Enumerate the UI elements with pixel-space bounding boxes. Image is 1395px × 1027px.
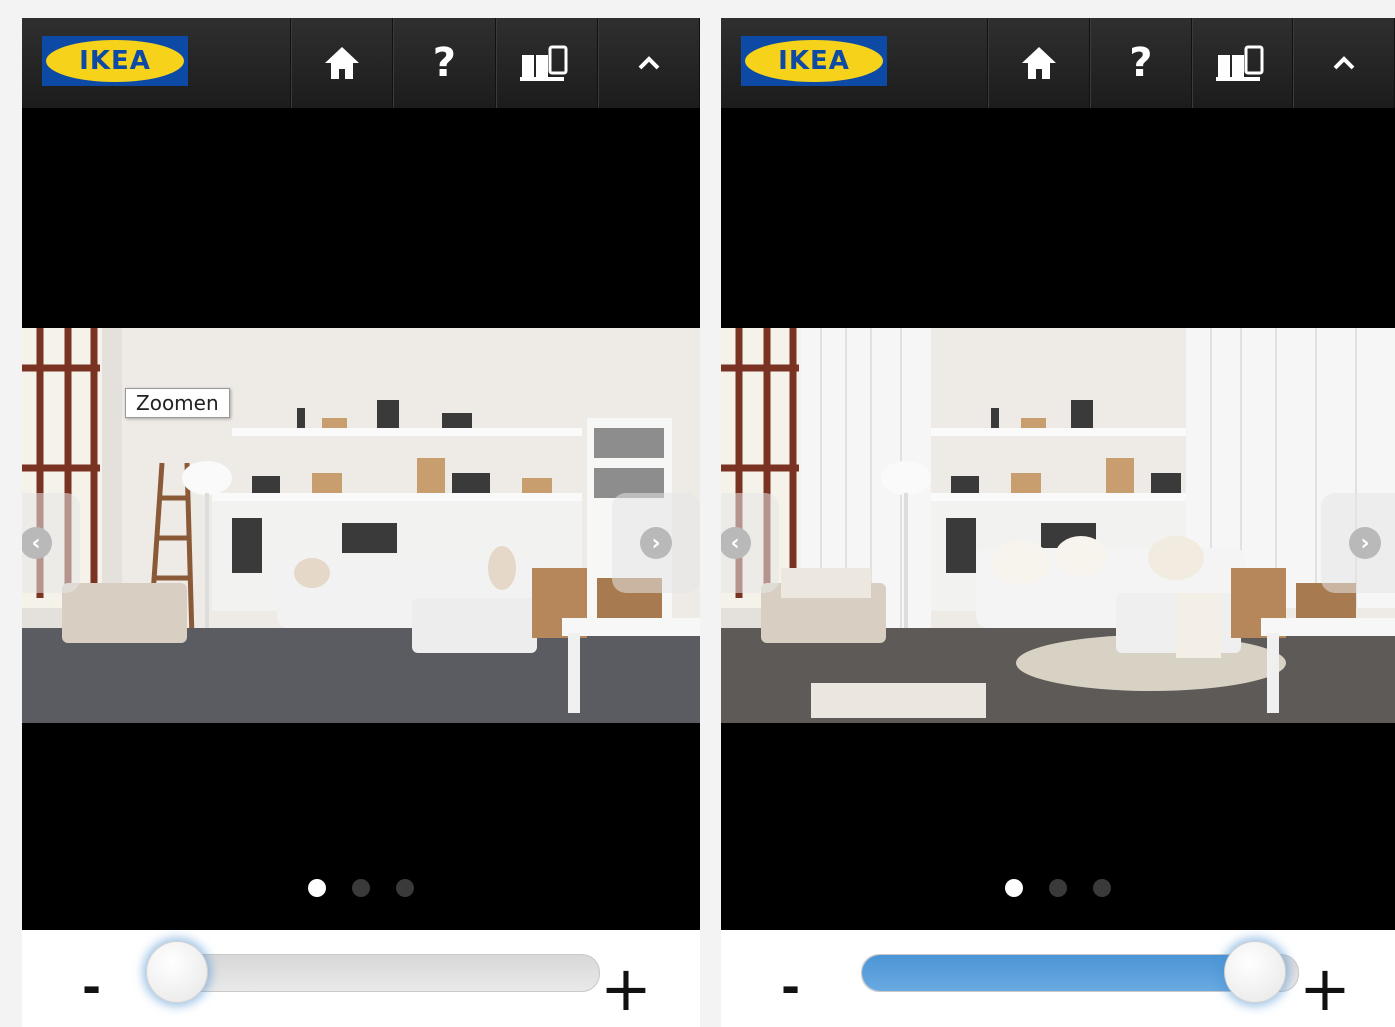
slider-plus-label: + [1299, 952, 1351, 1025]
help-button[interactable]: ? [393, 18, 496, 108]
slider-thumb[interactable] [146, 941, 209, 1003]
next-image-button[interactable]: › [1321, 493, 1395, 593]
image-viewer: ‹ › Zoomen [22, 108, 700, 930]
carousel-dot-1[interactable] [1005, 879, 1023, 897]
chevron-left-icon: ‹ [721, 527, 751, 559]
slider-plus-label: + [600, 952, 652, 1025]
carousel-dot-1[interactable] [308, 879, 326, 897]
home-button[interactable] [988, 18, 1091, 108]
carousel-dot-2[interactable] [352, 879, 370, 897]
logo-text: IKEA [778, 46, 850, 76]
textile-slider-area: - + [22, 930, 700, 1027]
help-icon: ? [432, 40, 456, 86]
slider-fill [862, 955, 1255, 991]
previous-image-button[interactable]: ‹ [721, 493, 779, 593]
help-button[interactable]: ? [1090, 18, 1192, 108]
slider-minus-label: - [82, 960, 102, 1014]
collapse-button[interactable] [597, 18, 700, 108]
help-icon: ? [1129, 40, 1153, 86]
zoom-tooltip: Zoomen [125, 388, 230, 418]
catalog-icon [519, 45, 568, 81]
slider-thumb[interactable] [1224, 941, 1287, 1003]
chevron-left-icon: ‹ [22, 527, 52, 559]
catalog-button[interactable] [1191, 18, 1294, 108]
carousel-indicators [721, 879, 1395, 897]
home-button[interactable] [291, 18, 394, 108]
living-room-scene-with-textiles [721, 328, 1395, 723]
logo-text: IKEA [79, 46, 151, 76]
app-header: IKEA ? [721, 18, 1395, 108]
home-icon [1022, 47, 1057, 79]
living-room-scene [22, 328, 700, 723]
next-image-button[interactable]: › [612, 493, 700, 593]
slider-track[interactable] [861, 941, 1299, 1003]
catalog-icon [1215, 45, 1264, 81]
carousel-dot-3[interactable] [396, 879, 414, 897]
chevron-up-icon [638, 56, 660, 70]
carousel-dot-2[interactable] [1049, 879, 1067, 897]
room-photo[interactable]: ‹ › [721, 328, 1395, 723]
right-app-panel: IKEA ? ‹ › - + [721, 18, 1395, 1027]
carousel-dot-3[interactable] [1093, 879, 1111, 897]
logo-cell: IKEA [721, 18, 989, 108]
chevron-up-icon [1333, 56, 1355, 70]
ikea-logo[interactable]: IKEA [741, 36, 887, 86]
logo-cell: IKEA [22, 18, 291, 108]
slider-minus-label: - [781, 960, 801, 1014]
slider-track[interactable] [146, 941, 600, 1003]
previous-image-button[interactable]: ‹ [22, 493, 80, 593]
chevron-right-icon: › [640, 527, 672, 559]
textile-slider-area: - + [721, 930, 1395, 1027]
image-viewer: ‹ › [721, 108, 1395, 930]
carousel-indicators [22, 879, 700, 897]
ikea-logo[interactable]: IKEA [42, 36, 188, 86]
app-header: IKEA ? [22, 18, 700, 108]
logo-oval: IKEA [745, 40, 883, 82]
catalog-button[interactable] [495, 18, 598, 108]
collapse-button[interactable] [1293, 18, 1395, 108]
chevron-right-icon: › [1349, 527, 1381, 559]
home-icon [325, 47, 360, 79]
left-app-panel: IKEA ? ‹ › Zoomen - + [22, 18, 700, 1027]
room-photo[interactable]: ‹ › Zoomen [22, 328, 700, 723]
logo-oval: IKEA [46, 40, 184, 82]
